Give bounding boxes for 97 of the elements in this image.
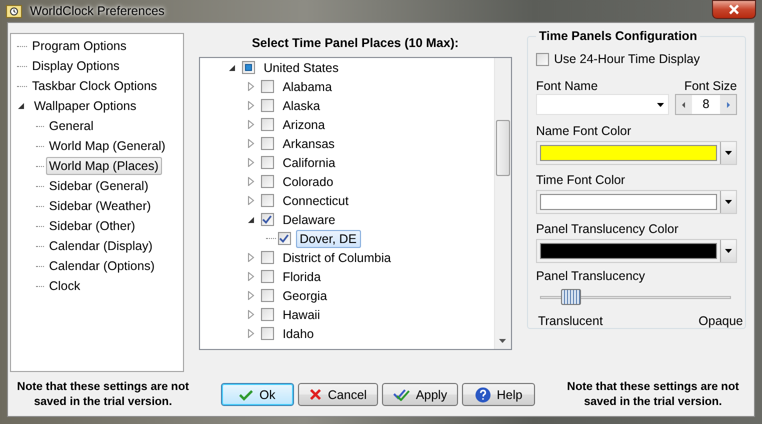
checkbox[interactable]: [260, 80, 274, 93]
checkbox[interactable]: [260, 327, 274, 340]
collapsed-arrow-icon[interactable]: [246, 196, 255, 205]
nav-item[interactable]: Sidebar (Other): [46, 217, 138, 235]
checkmark-icon: [239, 388, 254, 400]
trial-note: Note that these settings are not saved in the trial version.: [16, 380, 190, 410]
collapsed-arrow-icon[interactable]: [246, 120, 255, 129]
nav-item[interactable]: General: [46, 117, 96, 135]
expanded-arrow-icon[interactable]: [17, 102, 25, 110]
checkbox[interactable]: [260, 213, 274, 226]
color-dropdown[interactable]: [536, 141, 737, 165]
group-title: Time Panels Configuration: [536, 29, 700, 43]
slider-thumb[interactable]: [560, 289, 581, 305]
checkbox[interactable]: [260, 137, 274, 150]
nav-item[interactable]: Program Options: [29, 37, 130, 55]
slider-min-label: Translucent: [538, 314, 603, 328]
nav-item[interactable]: Taskbar Clock Options: [29, 77, 160, 95]
nav-item[interactable]: World Map (General): [46, 137, 168, 155]
collapsed-arrow-icon[interactable]: [246, 272, 255, 281]
collapsed-arrow-icon[interactable]: [246, 82, 255, 91]
help-button[interactable]: Help: [462, 383, 536, 406]
color-dropdown[interactable]: [536, 190, 737, 214]
cross-icon: [308, 388, 322, 401]
checkbox[interactable]: [260, 194, 274, 207]
scrollbar-thumb[interactable]: [496, 120, 510, 176]
app-icon: [6, 4, 22, 18]
place-item[interactable]: Arizona: [278, 116, 329, 134]
collapsed-arrow-icon[interactable]: [246, 101, 255, 110]
field-label: Name Font Color: [536, 124, 632, 138]
collapsed-arrow-icon[interactable]: [246, 291, 255, 300]
nav-item[interactable]: Display Options: [29, 57, 123, 75]
checkbox[interactable]: [260, 118, 274, 131]
checkbox[interactable]: [260, 175, 274, 188]
place-item[interactable]: Alabama: [278, 78, 336, 96]
field-label: Font Name: [536, 79, 598, 93]
checkbox[interactable]: [278, 232, 291, 245]
dropdown-arrow-icon: [725, 200, 732, 204]
dropdown-arrow-icon: [725, 151, 732, 155]
place-item[interactable]: Connecticut: [278, 192, 353, 210]
window-title: WorldClock Preferences: [30, 4, 166, 18]
trial-note: Note that these settings are not saved in the trial version.: [566, 380, 740, 410]
collapsed-arrow-icon[interactable]: [246, 253, 255, 262]
dropdown-arrow-icon: [725, 249, 732, 253]
help-icon: [474, 386, 491, 402]
checkbox[interactable]: [536, 52, 549, 66]
collapsed-arrow-icon[interactable]: [246, 329, 255, 338]
place-item[interactable]: California: [278, 154, 340, 172]
scroll-down-icon[interactable]: [499, 339, 506, 343]
nav-item[interactable]: Sidebar (Weather): [46, 197, 154, 215]
nav-item[interactable]: Clock: [46, 277, 84, 295]
nav-item[interactable]: World Map (Places): [46, 157, 162, 175]
cancel-button[interactable]: Cancel: [298, 383, 378, 406]
checkbox-label[interactable]: Use 24-Hour Time Display: [554, 52, 700, 66]
translucency-slider[interactable]: [540, 287, 731, 307]
ok-button[interactable]: Ok: [220, 383, 294, 406]
checkbox[interactable]: [260, 289, 274, 302]
collapsed-arrow-icon[interactable]: [246, 310, 255, 319]
nav-item[interactable]: Sidebar (General): [46, 177, 152, 195]
checkbox[interactable]: [242, 61, 255, 74]
font-size-spinner[interactable]: 8: [675, 94, 737, 115]
place-item[interactable]: Idaho: [278, 324, 318, 342]
nav-item[interactable]: Wallpaper Options: [31, 97, 140, 115]
checkbox[interactable]: [260, 308, 274, 321]
nav-item[interactable]: Calendar (Options): [46, 257, 158, 275]
double-checkmark-icon: [392, 388, 410, 401]
collapsed-arrow-icon[interactable]: [246, 139, 255, 148]
slider-max-label: Opaque: [698, 314, 743, 328]
apply-button[interactable]: Apply: [382, 383, 458, 406]
checkbox[interactable]: [260, 270, 274, 283]
expanded-arrow-icon[interactable]: [228, 64, 236, 72]
field-label: Panel Translucency: [536, 269, 646, 283]
collapsed-arrow-icon[interactable]: [246, 177, 255, 186]
place-item[interactable]: Dover, DE: [296, 230, 361, 248]
field-label: Panel Translucency Color: [536, 222, 680, 236]
field-label: Time Font Color: [536, 173, 626, 187]
places-heading: Select Time Panel Places (10 Max):: [250, 35, 460, 52]
place-item[interactable]: Arkansas: [278, 134, 339, 152]
checkbox[interactable]: [260, 156, 274, 169]
close-button[interactable]: [712, 0, 756, 19]
color-dropdown[interactable]: [536, 239, 737, 263]
dropdown-arrow-icon: [657, 102, 664, 106]
checkbox[interactable]: [260, 99, 274, 112]
place-item[interactable]: Hawaii: [278, 306, 324, 324]
place-item[interactable]: Alaska: [278, 96, 324, 114]
scrollbar[interactable]: [494, 58, 511, 349]
place-item[interactable]: Georgia: [278, 286, 332, 304]
place-item[interactable]: United States: [260, 58, 343, 76]
place-item[interactable]: Delaware: [278, 210, 340, 228]
place-item[interactable]: Colorado: [278, 172, 338, 190]
collapsed-arrow-icon[interactable]: [246, 158, 255, 167]
expanded-arrow-icon[interactable]: [246, 216, 255, 224]
field-label: Font Size: [684, 79, 737, 93]
nav-item[interactable]: Calendar (Display): [46, 237, 156, 255]
place-item[interactable]: District of Columbia: [278, 248, 395, 266]
close-icon: [728, 4, 740, 15]
place-item[interactable]: Florida: [278, 268, 325, 286]
checkbox[interactable]: [260, 251, 274, 264]
